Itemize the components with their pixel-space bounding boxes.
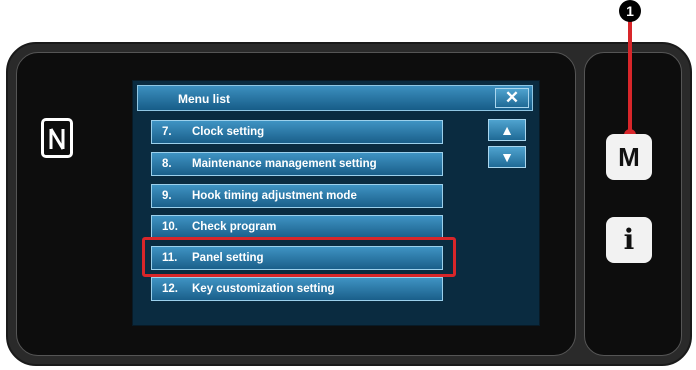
callout-number-badge: 1: [619, 0, 641, 22]
dialog-titlebar: Menu list ✕: [137, 85, 533, 111]
menu-button-label: M: [618, 142, 640, 172]
menu-item-number: 12.: [162, 283, 178, 295]
menu-item-label: Hook timing adjustment mode: [192, 190, 357, 202]
dialog-title: Menu list: [178, 92, 231, 106]
menu-item-key-customization-setting[interactable]: 12. Key customization setting: [151, 277, 443, 301]
info-icon: i: [623, 223, 635, 256]
close-icon: ✕: [504, 88, 520, 107]
nfc-icon: [41, 118, 73, 158]
info-button[interactable]: i: [606, 217, 652, 263]
menu-item-maintenance-management-setting[interactable]: 8. Maintenance management setting: [151, 152, 443, 176]
menu-item-label: Key customization setting: [192, 283, 335, 295]
arrow-up-icon: ▲: [500, 122, 514, 138]
scroll-down-button[interactable]: ▼: [488, 146, 526, 168]
arrow-down-icon: ▼: [500, 149, 514, 165]
menu-item-number: 7.: [162, 126, 172, 138]
menu-item-hook-timing-adjustment-mode[interactable]: 9. Hook timing adjustment mode: [151, 184, 443, 208]
side-button-panel: [584, 52, 682, 356]
menu-item-label: Maintenance management setting: [192, 158, 377, 170]
callout-leader-line: [628, 19, 632, 131]
menu-item-label: Check program: [192, 221, 277, 233]
scroll-up-button[interactable]: ▲: [488, 119, 526, 141]
panel-setting-highlight-box: [142, 237, 456, 277]
close-button[interactable]: ✕: [495, 88, 529, 108]
menu-item-check-program[interactable]: 10. Check program: [151, 215, 443, 239]
menu-item-label: Clock setting: [192, 126, 265, 138]
menu-item-number: 8.: [162, 158, 172, 170]
menu-item-number: 9.: [162, 190, 172, 202]
menu-item-number: 10.: [162, 221, 178, 233]
menu-button[interactable]: M: [606, 134, 652, 180]
menu-list-dialog: Menu list ✕ 7. Clock setting 8. Maintena…: [132, 80, 540, 326]
menu-item-clock-setting[interactable]: 7. Clock setting: [151, 120, 443, 144]
